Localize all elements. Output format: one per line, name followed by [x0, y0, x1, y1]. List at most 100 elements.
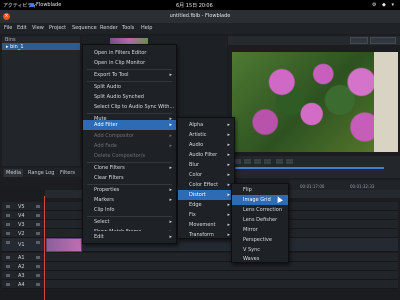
mute-icon[interactable]	[36, 214, 40, 217]
mark-out-button[interactable]	[286, 159, 293, 164]
mute-icon[interactable]	[36, 232, 40, 235]
menu-item-movement[interactable]: Movement ▸	[178, 220, 234, 230]
menu-item-edit[interactable]: Edit ▸	[83, 232, 176, 242]
track-label: A1	[18, 255, 25, 261]
menu-item-perspective[interactable]: Perspective	[232, 235, 288, 245]
menu-item-color[interactable]: Color ▸	[178, 170, 234, 180]
system-indicators[interactable]: ⚙ ◆ ▾	[372, 2, 396, 8]
menu-item-markers[interactable]: Markers ▸	[83, 195, 176, 205]
menu-item-label: Open in Clip Monitor	[94, 60, 146, 66]
rewind-button[interactable]	[234, 159, 241, 164]
mute-icon[interactable]	[36, 205, 40, 208]
lock-icon[interactable]	[6, 283, 10, 286]
submenu-arrow-icon: ▸	[227, 172, 230, 178]
app-menu[interactable]: Flowblade	[30, 2, 61, 8]
menu-item-export-to-tool[interactable]: Export To Tool ▸	[83, 70, 176, 80]
menu-item-mirror[interactable]: Mirror	[232, 225, 288, 235]
menu-item-label: Color	[189, 172, 203, 178]
menu-item-properties[interactable]: Properties ▸	[83, 185, 176, 195]
lock-icon[interactable]	[6, 214, 10, 217]
monitor-timecode[interactable]	[370, 37, 396, 44]
tab-media[interactable]: Media	[4, 169, 24, 177]
menu-item-label: Color Effect	[189, 182, 219, 188]
mute-icon[interactable]	[36, 241, 40, 244]
submenu-arrow-icon: ▸	[227, 232, 230, 238]
menu-item-open-clip-monitor[interactable]: Open in Clip Monitor	[83, 58, 176, 68]
lock-icon[interactable]	[6, 205, 10, 208]
menu-item-delete-compositors[interactable]: Delete Compositor/s	[83, 151, 176, 161]
menu-sequence[interactable]: Sequence	[72, 25, 97, 31]
lock-icon[interactable]	[6, 232, 10, 235]
menu-tools[interactable]: Tools	[122, 25, 134, 31]
menu-item-add-fade[interactable]: Add Fade ▸	[83, 141, 176, 151]
menu-edit[interactable]: Edit	[17, 25, 27, 31]
menu-item-add-filter[interactable]: Add Filter ▸	[83, 120, 176, 130]
submenu-arrow-icon: ▸	[169, 234, 172, 240]
tab-range-log[interactable]: Range Log	[26, 169, 56, 177]
menu-item-fix[interactable]: Fix ▸	[178, 210, 234, 220]
monitor-source-toggle[interactable]	[350, 37, 368, 44]
timeline-clip[interactable]	[46, 238, 82, 252]
track-a4[interactable]: A4	[2, 280, 398, 289]
menu-item-audio-filter[interactable]: Audio Filter ▸	[178, 150, 234, 160]
clock[interactable]: 6月 15日 20∶06	[176, 2, 213, 9]
track-a1[interactable]: A1	[2, 253, 398, 262]
lock-icon[interactable]	[6, 256, 10, 259]
submenu-arrow-icon: ▸	[227, 122, 230, 128]
forward-button[interactable]	[264, 159, 271, 164]
submenu-arrow-icon: ▸	[169, 133, 172, 139]
mute-icon[interactable]	[36, 265, 40, 268]
menu-item-clone-filters[interactable]: Clone Filters ▸	[83, 163, 176, 173]
menu-item-lens-correction[interactable]: Lens Correction	[232, 205, 288, 215]
mute-icon[interactable]	[36, 256, 40, 259]
menu-item-label: Export To Tool	[94, 72, 129, 78]
menu-item-select-clip-audio-sync[interactable]: Select Clip to Audio Sync With...	[83, 102, 176, 112]
menu-item-open-filters-editor[interactable]: Open in Filters Editor	[83, 48, 176, 58]
position-scrubber[interactable]	[234, 167, 384, 169]
menu-item-split-audio[interactable]: Split Audio	[83, 82, 176, 92]
menu-item-waves[interactable]: Waves	[232, 254, 288, 264]
menu-item-lens-defisher[interactable]: Lens Defisher	[232, 215, 288, 225]
submenu-arrow-icon: ▸	[227, 162, 230, 168]
menu-item-edge[interactable]: Edge ▸	[178, 200, 234, 210]
menu-item-label: Flip	[243, 187, 252, 193]
menu-item-transform[interactable]: Transform ▸	[178, 230, 234, 240]
mark-in-button[interactable]	[276, 159, 283, 164]
mute-icon[interactable]	[36, 283, 40, 286]
play-button[interactable]	[244, 159, 251, 164]
menu-item-label: Add Filter	[94, 122, 118, 128]
menu-help[interactable]: Help	[141, 25, 152, 31]
menu-project[interactable]: Project	[49, 25, 66, 31]
menu-file[interactable]: File	[4, 25, 12, 31]
lock-icon[interactable]	[6, 223, 10, 226]
menu-item-color-effect[interactable]: Color Effect ▸	[178, 180, 234, 190]
lock-icon[interactable]	[6, 274, 10, 277]
menu-render[interactable]: Render	[100, 25, 118, 31]
submenu-arrow-icon: ▸	[169, 187, 172, 193]
menu-view[interactable]: View	[32, 25, 44, 31]
menu-item-audio[interactable]: Audio ▸	[178, 140, 234, 150]
menu-item-split-audio-synched[interactable]: Split Audio Synched	[83, 92, 176, 102]
stop-button[interactable]	[254, 159, 261, 164]
track-a2[interactable]: A2	[2, 262, 398, 271]
menu-item-select[interactable]: Select ▸	[83, 217, 176, 227]
track-a3[interactable]: A3	[2, 271, 398, 280]
bins-panel: Bins ▸ bin_1	[2, 36, 80, 166]
menu-item-flip[interactable]: Flip	[232, 185, 288, 195]
menu-item-clear-filters[interactable]: Clear Filters	[83, 173, 176, 183]
menu-item-alpha[interactable]: Alpha ▸	[178, 120, 234, 130]
tab-filters[interactable]: Filters	[58, 169, 77, 177]
menu-item-blur[interactable]: Blur ▸	[178, 160, 234, 170]
playhead[interactable]	[44, 196, 45, 300]
mute-icon[interactable]	[36, 223, 40, 226]
bin-item[interactable]: ▸ bin_1	[2, 43, 80, 50]
mute-icon[interactable]	[36, 274, 40, 277]
menu-item-clip-info[interactable]: Clip Info	[83, 205, 176, 215]
lock-icon[interactable]	[6, 265, 10, 268]
lock-icon[interactable]	[6, 241, 10, 244]
menu-item-artistic[interactable]: Artistic ▸	[178, 130, 234, 140]
menu-item-label: Distort	[189, 192, 206, 198]
system-top-bar: アクティビティ Flowblade 6月 15日 20∶06 ⚙ ◆ ▾	[0, 0, 400, 10]
menu-item-add-compositor[interactable]: Add Compositor ▸	[83, 131, 176, 141]
menu-item-distort[interactable]: Distort ▸	[178, 190, 234, 200]
